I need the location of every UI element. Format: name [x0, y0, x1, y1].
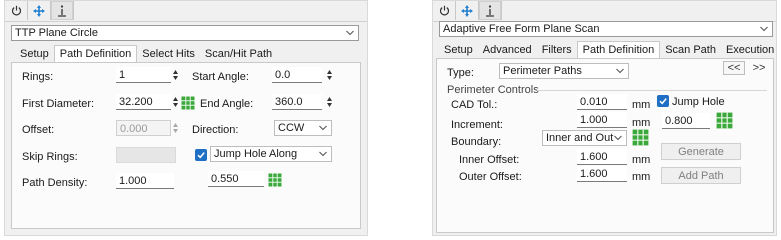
tab-path-definition[interactable]: Path Definition — [576, 41, 661, 59]
boundary-select[interactable]: Inner and Out — [542, 130, 627, 146]
tab-scan-path[interactable]: Scan Path — [660, 42, 721, 59]
perimeter-controls-title: Perimeter Controls — [447, 84, 539, 96]
first-diameter-label: First Diameter: — [22, 98, 95, 110]
skip-rings-label: Skip Rings: — [22, 151, 78, 163]
chevron-down-icon — [760, 26, 768, 32]
start-angle-spinner-icon[interactable] — [326, 68, 333, 82]
right-toolbar — [433, 1, 502, 21]
outer-offset-unit: mm — [632, 171, 651, 183]
cad-tol-field[interactable]: 0.010 — [577, 94, 627, 110]
rings-field[interactable]: 1 — [116, 67, 171, 83]
start-angle-field[interactable]: 0.0 — [272, 67, 322, 83]
tab-execution[interactable]: Execution — [721, 42, 779, 59]
jump-hole-distance-field[interactable]: 0.800 — [662, 113, 710, 129]
jump-hole-checkbox[interactable] — [657, 95, 669, 107]
path-density-field[interactable]: 1.000 — [116, 173, 174, 189]
generate-button[interactable]: Generate — [661, 143, 741, 160]
rings-spinner-icon[interactable] — [172, 68, 179, 82]
end-angle-label: End Angle: — [200, 98, 254, 110]
grid-table-icon[interactable] — [716, 112, 733, 129]
power-icon[interactable] — [433, 1, 456, 20]
checkmark-icon — [659, 98, 667, 105]
inner-offset-field[interactable]: 1.600 — [577, 149, 627, 165]
increment-field[interactable]: 1.000 — [577, 112, 627, 128]
left-toolbar — [5, 1, 74, 21]
type-label: Type: — [447, 67, 474, 79]
start-angle-label: Start Angle: — [192, 71, 249, 83]
direction-select[interactable]: CCW — [274, 120, 332, 136]
grid-table-icon[interactable] — [632, 129, 649, 146]
add-path-button[interactable]: Add Path — [661, 167, 741, 184]
first-diameter-spinner-icon[interactable] — [172, 95, 179, 109]
end-angle-spinner-icon[interactable] — [326, 95, 333, 109]
grid-table-icon[interactable] — [181, 96, 195, 110]
tab-advanced[interactable]: Advanced — [478, 42, 537, 59]
type-select[interactable]: Perimeter Paths — [499, 63, 629, 79]
path-definition-pane: Type: Perimeter Paths << >> Perimeter Co… — [436, 58, 774, 233]
inner-offset-label: Inner Offset: — [459, 154, 520, 166]
power-icon[interactable] — [5, 1, 28, 20]
path-density-label: Path Density: — [22, 177, 88, 189]
info-bar-icon[interactable] — [479, 1, 502, 20]
strategy-value: TTP Plane Circle — [15, 27, 98, 39]
chevron-down-icon — [319, 125, 327, 131]
cad-tol-unit: mm — [632, 99, 651, 111]
offset-field[interactable]: 0.000 — [116, 120, 171, 136]
chevron-down-icon — [346, 30, 354, 36]
boundary-value: Inner and Out — [546, 132, 614, 144]
tab-scan-hit-path[interactable]: Scan/Hit Path — [200, 46, 277, 63]
tab-setup[interactable]: Setup — [15, 46, 54, 63]
jump-hole-checkbox[interactable] — [195, 149, 207, 161]
next-button[interactable]: >> — [748, 61, 770, 75]
tab-filters[interactable]: Filters — [537, 42, 577, 59]
move-icon[interactable] — [28, 1, 51, 20]
direction-value: CCW — [278, 122, 305, 134]
checkmark-icon — [197, 152, 205, 159]
boundary-label: Boundary: — [451, 136, 502, 148]
group-divider — [537, 90, 767, 91]
offset-spinner-icon[interactable] — [172, 121, 179, 135]
type-value: Perimeter Paths — [503, 65, 582, 77]
toolbar-divider — [5, 21, 367, 22]
jump-hole-label: Jump Hole — [672, 96, 725, 108]
cad-tol-label: CAD Tol.: — [451, 99, 498, 111]
jump-hole-along-label: Jump Hole Along — [214, 148, 298, 160]
previous-button[interactable]: << — [723, 61, 745, 75]
chevron-down-icon — [319, 151, 327, 157]
info-bar-icon[interactable] — [51, 1, 74, 20]
skip-rings-field[interactable] — [116, 147, 176, 163]
left-tab-bar: Setup Path Definition Select Hits Scan/H… — [15, 45, 277, 63]
jump-hole-distance-field[interactable]: 0.550 — [208, 171, 264, 187]
first-diameter-field[interactable]: 32.200 — [116, 94, 171, 110]
increment-label: Increment: — [451, 119, 503, 131]
increment-unit: mm — [632, 117, 651, 129]
direction-label: Direction: — [192, 124, 239, 136]
rings-label: Rings: — [22, 71, 54, 83]
jump-hole-along-select[interactable]: Jump Hole Along — [210, 146, 332, 162]
outer-offset-field[interactable]: 1.600 — [577, 166, 627, 182]
strategy-value: Adaptive Free Form Plane Scan — [443, 23, 600, 35]
tab-select-hits[interactable]: Select Hits — [137, 46, 200, 63]
end-angle-field[interactable]: 360.0 — [272, 94, 322, 110]
right-tab-bar: Setup Advanced Filters Path Definition S… — [439, 41, 779, 59]
path-definition-pane: Rings: 1 Start Angle: 0.0 First Diameter… — [11, 62, 361, 229]
inner-offset-unit: mm — [632, 154, 651, 166]
tab-path-definition[interactable]: Path Definition — [53, 45, 138, 63]
tab-setup[interactable]: Setup — [439, 42, 478, 59]
strategy-select[interactable]: TTP Plane Circle — [11, 25, 359, 41]
offset-label: Offset: — [22, 124, 55, 136]
outer-offset-label: Outer Offset: — [459, 171, 522, 183]
move-icon[interactable] — [456, 1, 479, 20]
chevron-down-icon — [616, 68, 624, 74]
grid-table-icon[interactable] — [268, 173, 282, 187]
left-dialog-panel: TTP Plane Circle Setup Path Definition S… — [4, 0, 368, 236]
strategy-select[interactable]: Adaptive Free Form Plane Scan — [439, 21, 773, 37]
chevron-down-icon — [614, 135, 622, 141]
right-dialog-panel: Adaptive Free Form Plane Scan Setup Adva… — [432, 0, 777, 236]
